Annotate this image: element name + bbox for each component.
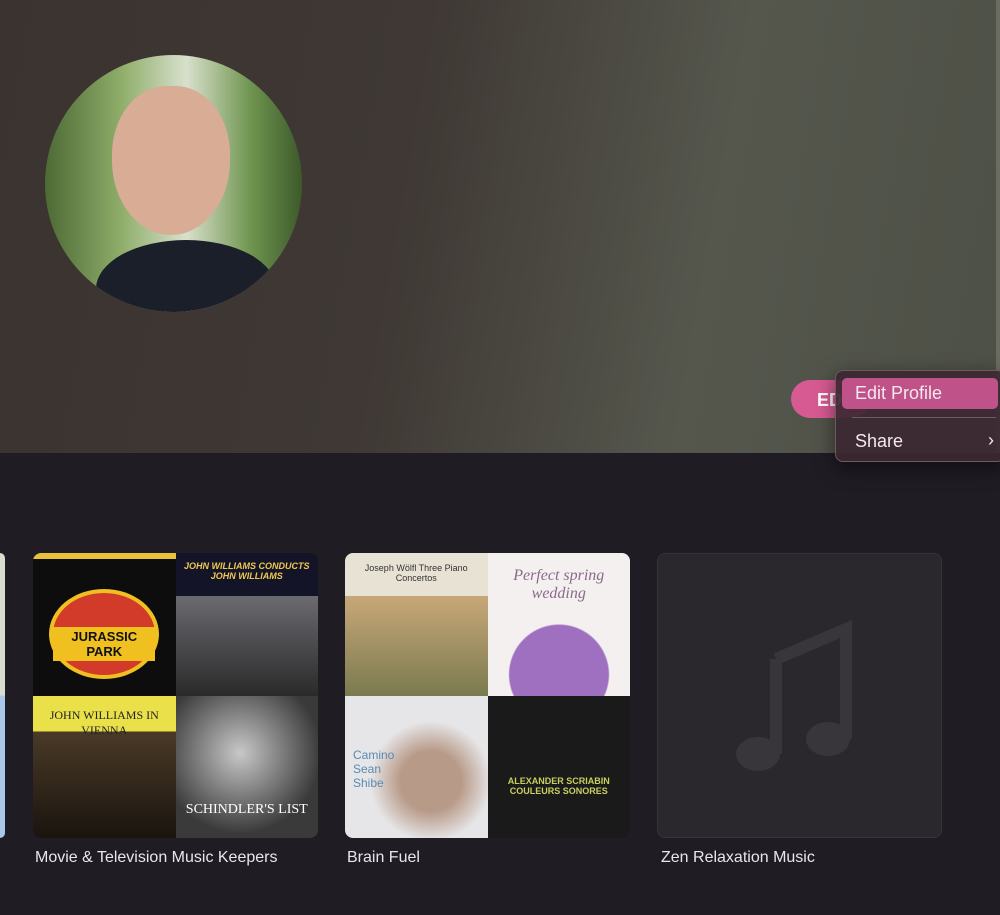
share-label: Share — [855, 431, 904, 451]
playlist-title[interactable]: Movie & Television Music Keepers — [35, 849, 277, 867]
chevron-right-icon: › — [988, 430, 994, 450]
cover-art: JURASSIC PARK — [33, 553, 176, 696]
cover-art: Perfect spring wedding — [487, 553, 630, 696]
menu-item-edit-profile[interactable]: Edit Profile — [842, 378, 998, 409]
cover-art: SCHINDLER'S LIST — [175, 695, 318, 838]
context-menu: Edit Profile Share › — [835, 370, 1000, 462]
menu-separator — [852, 417, 996, 418]
playlist-title[interactable]: Zen Relaxation Music — [661, 849, 815, 867]
playlist-title[interactable]: Brain Fuel — [347, 849, 420, 867]
playlist-tile-zen[interactable] — [657, 553, 942, 838]
playlist-tile-partial[interactable] — [0, 553, 5, 838]
cover-art: Camino Sean Shibe — [345, 695, 488, 838]
cover-art: Joseph Wölfl Three Piano Concertos — [345, 553, 488, 696]
playlist-tile-movie-tv[interactable]: JURASSIC PARK JOHN WILLIAMS CONDUCTS JOH… — [33, 553, 318, 838]
cover-art: JOHN WILLIAMS CONDUCTS JOHN WILLIAMS — [175, 553, 318, 696]
music-note-icon — [736, 619, 852, 771]
menu-item-share[interactable]: Share › — [842, 426, 998, 457]
profile-avatar[interactable] — [45, 55, 302, 312]
playlist-tile-brain-fuel[interactable]: Joseph Wölfl Three Piano Concertos Perfe… — [345, 553, 630, 838]
cover-art: ALEXANDER SCRIABIN COULEURS SONORES — [487, 695, 630, 838]
cover-art: JOHN WILLIAMS IN VIENNA — [33, 695, 176, 838]
